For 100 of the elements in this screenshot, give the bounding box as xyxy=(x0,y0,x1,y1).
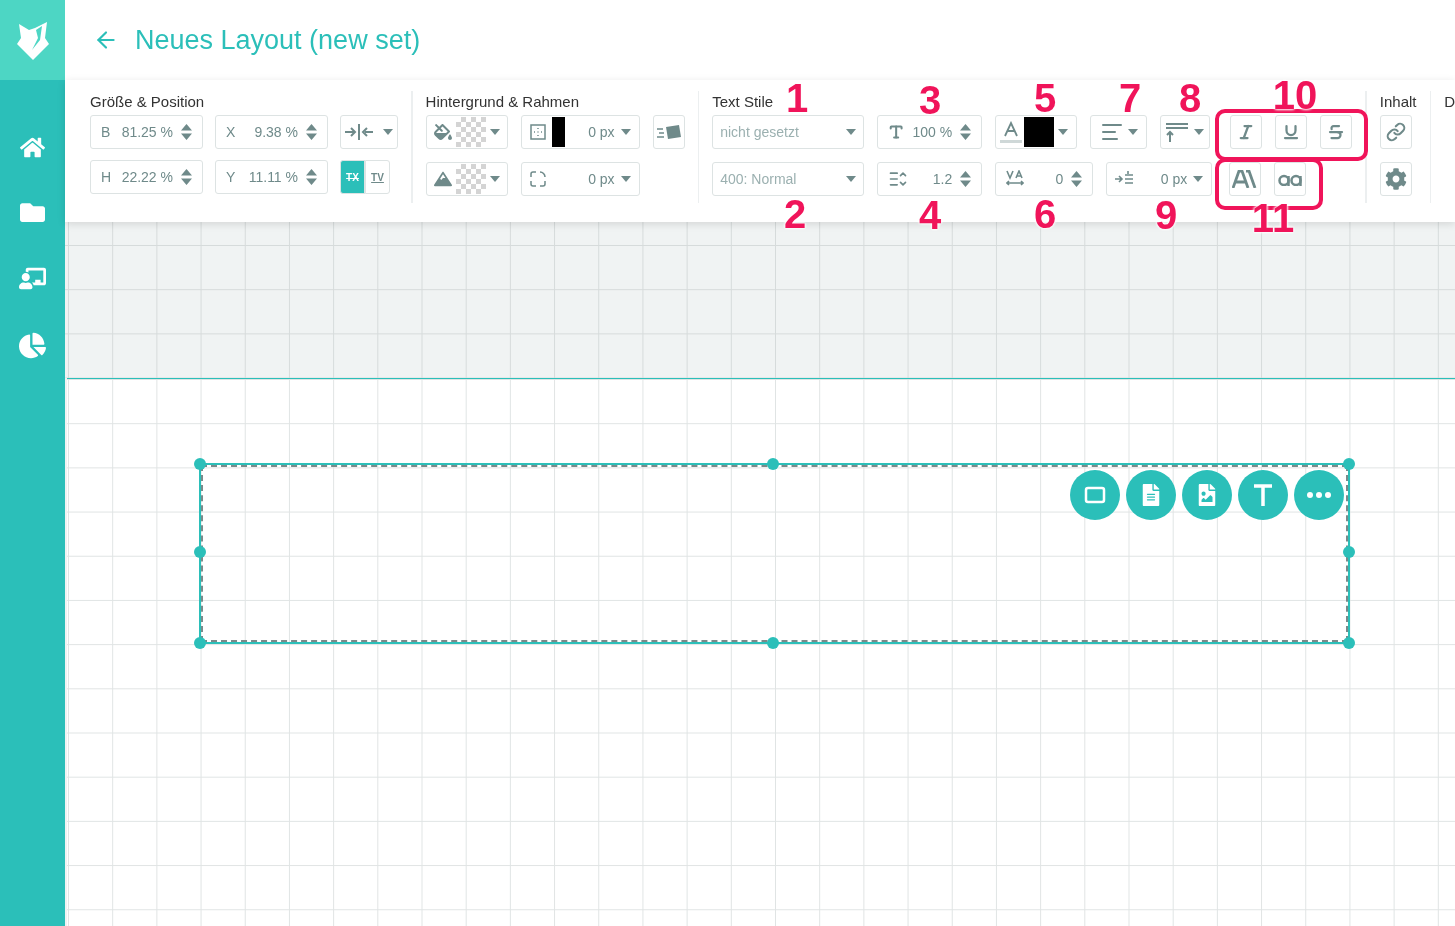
field-value: 9.38 % xyxy=(254,122,298,142)
field-value: nicht gesetzt xyxy=(720,122,799,142)
lowercase-button[interactable] xyxy=(1274,162,1307,196)
settings-icon xyxy=(1384,168,1407,190)
text-color-icon xyxy=(1000,121,1023,143)
spinner-icon xyxy=(960,170,972,188)
caret-icon xyxy=(1127,129,1138,135)
italic-button[interactable] xyxy=(1230,115,1263,149)
number-field[interactable]: X 9.38 % xyxy=(215,115,328,149)
caret-icon xyxy=(1193,176,1204,182)
number-field[interactable]: 1.2 xyxy=(877,162,983,196)
spinner-icon xyxy=(1071,170,1083,188)
caret-icon xyxy=(1058,129,1069,135)
field-label: B xyxy=(101,122,111,142)
annotation-number: 7 xyxy=(1118,78,1142,118)
selected-text-element[interactable] xyxy=(201,465,1348,642)
resize-handle[interactable] xyxy=(194,637,206,649)
image-file-icon xyxy=(1196,484,1218,506)
element-action-button[interactable] xyxy=(1126,470,1176,520)
resize-handle[interactable] xyxy=(767,458,779,470)
transparency-swatch xyxy=(455,117,486,147)
folder-icon[interactable] xyxy=(20,200,45,225)
resize-handle[interactable] xyxy=(194,546,206,558)
text-align-dropdown[interactable] xyxy=(1090,115,1148,149)
align-dropdown[interactable] xyxy=(340,115,398,149)
background-image-dropdown[interactable] xyxy=(425,162,508,196)
section-title: Größe & Position xyxy=(90,92,205,112)
strikethrough-icon xyxy=(1327,123,1346,141)
border-icon xyxy=(529,124,546,140)
transparency-swatch xyxy=(455,164,486,194)
text-color-dropdown[interactable] xyxy=(995,115,1078,149)
border-dropdown[interactable]: 0 px xyxy=(520,115,640,149)
vertical-align-dropdown[interactable] xyxy=(1160,115,1211,149)
number-field[interactable]: B 81.25 % xyxy=(90,115,203,149)
caret-icon xyxy=(846,176,857,182)
uppercase-icon xyxy=(1232,170,1259,188)
strike-button[interactable] xyxy=(1320,115,1353,149)
annotation-number: 1 xyxy=(785,78,809,118)
caret-icon xyxy=(383,129,393,135)
spinner-icon xyxy=(181,168,192,186)
fit-mode-toggle[interactable]: TX xyxy=(340,160,365,194)
field-value: 22.22 % xyxy=(121,167,173,187)
caret-icon xyxy=(620,176,631,182)
annotation-number: 9 xyxy=(1154,195,1178,235)
annotation-number: 4 xyxy=(918,195,942,235)
field-value: 0 px xyxy=(588,169,615,189)
link-button[interactable] xyxy=(1379,115,1412,149)
more-icon xyxy=(1307,492,1331,498)
resize-handle[interactable] xyxy=(1343,458,1355,470)
shadow-button[interactable] xyxy=(652,115,685,149)
corner-radius-icon xyxy=(529,171,546,187)
caret-icon xyxy=(620,129,631,135)
spinner-icon xyxy=(306,168,317,186)
section-title: Inhalt xyxy=(1379,92,1417,112)
resize-handle[interactable] xyxy=(1343,546,1355,558)
caret-icon xyxy=(846,129,857,135)
field-label: X xyxy=(226,122,236,142)
home-icon[interactable] xyxy=(20,135,45,160)
presentation-icon[interactable] xyxy=(19,265,46,292)
letter-spacing-icon xyxy=(1006,170,1025,188)
element-action-button[interactable] xyxy=(1294,470,1344,520)
center-align-icon xyxy=(345,124,375,140)
align-top-icon xyxy=(1166,122,1191,142)
font-weight-dropdown[interactable]: 400: Normal xyxy=(712,162,865,196)
fit-mode-toggle[interactable]: TV xyxy=(365,160,390,194)
indent-dropdown[interactable]: 0 px xyxy=(1106,162,1213,196)
font-dropdown[interactable]: nicht gesetzt xyxy=(712,115,865,149)
field-value: 0 px xyxy=(1160,169,1188,189)
field-label: H xyxy=(101,167,112,187)
element-action-button[interactable] xyxy=(1182,470,1232,520)
caret-icon xyxy=(1194,129,1205,135)
number-field[interactable]: Y 11.11 % xyxy=(215,160,328,194)
resize-handle[interactable] xyxy=(194,458,206,470)
annotation-number: 10 xyxy=(1272,75,1318,115)
number-field[interactable]: H 22.22 % xyxy=(90,160,203,194)
background-color-dropdown[interactable] xyxy=(425,115,508,149)
annotation-number: 5 xyxy=(1033,78,1057,118)
number-field[interactable]: 0 xyxy=(995,162,1094,196)
element-action-button[interactable] xyxy=(1238,470,1288,520)
element-action-button[interactable] xyxy=(1070,470,1120,520)
section-title: Hintergrund & Rahmen xyxy=(425,92,580,112)
resize-handle[interactable] xyxy=(767,637,779,649)
underline-icon xyxy=(1282,123,1301,141)
lowercase-icon xyxy=(1278,172,1303,186)
letter-t-icon xyxy=(1253,484,1273,506)
resize-handle[interactable] xyxy=(1343,637,1355,649)
field-value: 81.25 % xyxy=(121,122,173,142)
radius-dropdown[interactable]: 0 px xyxy=(520,162,640,196)
uppercase-button[interactable] xyxy=(1229,162,1262,196)
mountain-icon xyxy=(433,170,452,188)
pie-chart-icon[interactable] xyxy=(19,332,46,359)
number-field[interactable]: 100 % xyxy=(877,115,983,149)
document-icon xyxy=(1140,484,1162,506)
section-title: Text Stile xyxy=(712,92,774,112)
spinner-icon xyxy=(960,123,972,141)
underline-button[interactable] xyxy=(1275,115,1308,149)
border-color-swatch xyxy=(551,117,565,147)
field-value: 1.2 xyxy=(932,169,953,189)
settings-button[interactable] xyxy=(1379,162,1412,196)
rectangle-icon xyxy=(1084,486,1106,504)
